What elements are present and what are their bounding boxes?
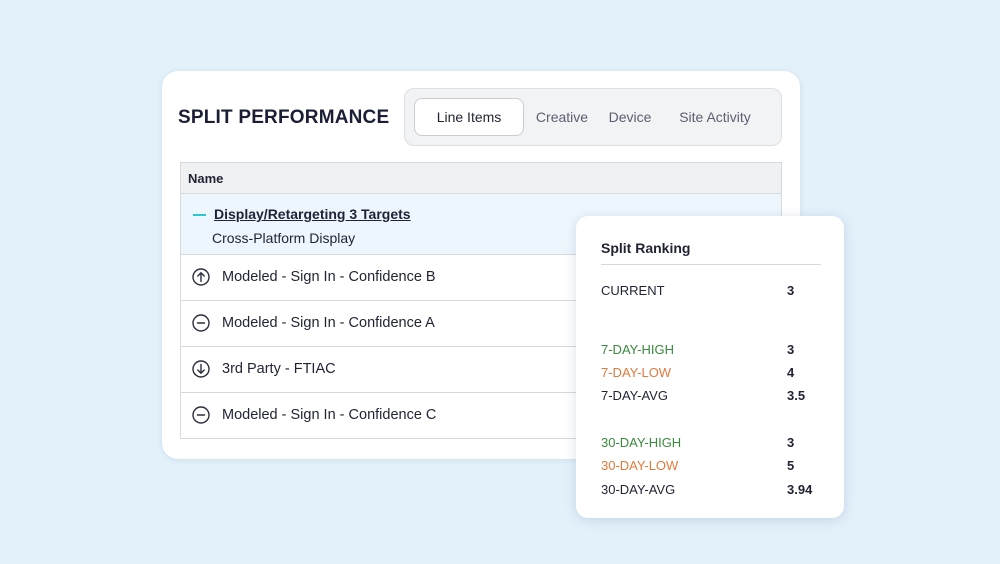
panel-title: SPLIT PERFORMANCE	[178, 107, 390, 128]
tab-creative[interactable]: Creative	[530, 98, 594, 136]
ranking-title: Split Ranking	[601, 240, 691, 256]
column-header-name: Name	[188, 171, 224, 186]
thirty-day-high-value: 3	[787, 435, 795, 450]
collapse-dash-icon[interactable]	[193, 214, 206, 216]
split-ranking-card: Split Ranking CURRENT 3 7-DAY-HIGH 3 7-D…	[576, 216, 844, 518]
thirty-day-low-label: 30-DAY-LOW	[601, 458, 679, 473]
thirty-day-high-label: 30-DAY-HIGH	[601, 435, 682, 450]
arrow-down-circle-icon	[192, 360, 210, 378]
minus-circle-icon	[192, 406, 210, 424]
tab-site-activity[interactable]: Site Activity	[669, 98, 761, 136]
row-label: Modeled - Sign In - Confidence C	[222, 407, 437, 423]
row-label: Modeled - Sign In - Confidence A	[222, 315, 435, 331]
minus-circle-icon	[192, 314, 210, 332]
arrow-up-circle-icon	[192, 268, 210, 286]
seven-day-low-label: 7-DAY-LOW	[601, 365, 672, 380]
seven-day-low-value: 4	[787, 365, 795, 380]
divider	[601, 264, 821, 265]
tab-device[interactable]: Device	[604, 98, 656, 136]
seven-day-avg-label: 7-DAY-AVG	[601, 388, 668, 403]
current-value: 3	[787, 283, 795, 298]
group-subtitle: Cross-Platform Display	[212, 230, 356, 246]
current-label: CURRENT	[601, 283, 665, 298]
table-header: Name	[181, 163, 781, 194]
group-title-link[interactable]: Display/Retargeting 3 Targets	[214, 206, 411, 222]
seven-day-high-label: 7-DAY-HIGH	[601, 342, 674, 357]
tab-bar: Line Items Creative Device Site Activity	[404, 88, 782, 146]
thirty-day-avg-value: 3.94	[787, 482, 813, 497]
row-label: Modeled - Sign In - Confidence B	[222, 269, 436, 285]
row-label: 3rd Party - FTIAC	[222, 361, 336, 377]
tab-line-items[interactable]: Line Items	[414, 98, 524, 136]
thirty-day-avg-label: 30-DAY-AVG	[601, 482, 676, 497]
thirty-day-low-value: 5	[787, 458, 795, 473]
seven-day-high-value: 3	[787, 342, 795, 357]
seven-day-avg-value: 3.5	[787, 388, 806, 403]
